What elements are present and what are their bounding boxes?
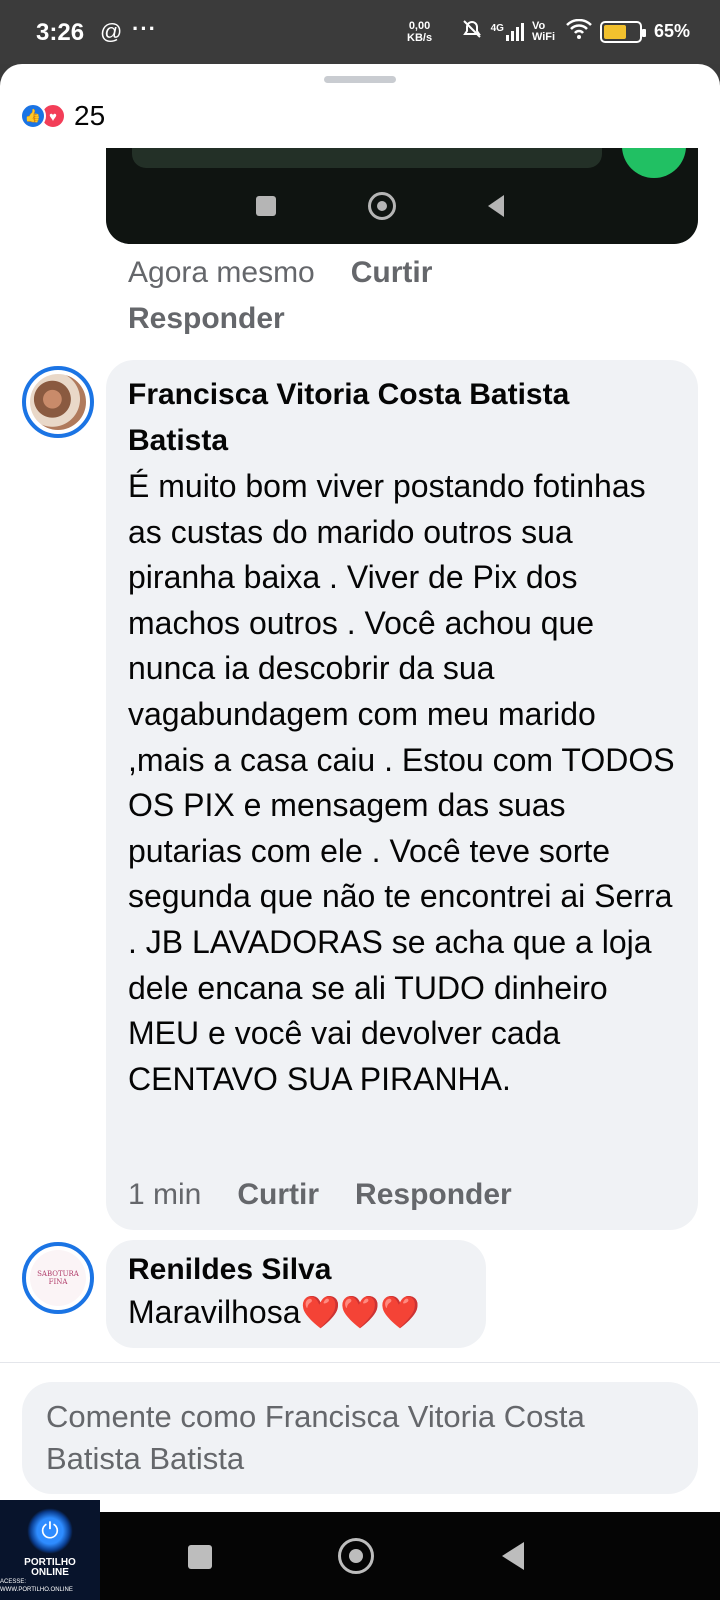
avatar-logo: SABOTURA FINA [30,1250,86,1306]
threads-icon: @ [100,19,123,44]
mute-icon [461,18,483,45]
wifi-icon [566,18,592,44]
battery-fill [603,24,627,39]
reply-button[interactable]: Responder [355,1178,512,1212]
avatar[interactable]: SABOTURA FINA [22,1242,94,1314]
signal-icon: 4G [490,22,524,41]
more-notifications-icon: ··· [132,16,157,41]
comment-author[interactable]: Francisca Vitoria Costa Batista Batista [128,372,676,464]
avatar-photo [30,374,86,430]
network-speed-value: 0,00 [408,20,431,32]
network-speed-unit: KB/s [407,32,433,44]
home-button[interactable] [338,1538,374,1574]
divider [0,1362,720,1363]
comment-attached-image[interactable] [106,148,698,244]
battery-icon [599,20,646,43]
image-home-icon [368,192,396,220]
recents-button[interactable] [188,1545,212,1569]
avatar-logo-text-2: FINA [48,1278,68,1286]
reactions-count: 25 [74,100,106,131]
watermark-logo: ⏻ PORTILHO ONLINE ACESSE: WWW.PORTILHO.O… [0,1500,100,1600]
comment-bubble[interactable]: Francisca Vitoria Costa Batista Batista … [106,360,698,1230]
watermark-line3: ACESSE: WWW.PORTILHO.ONLINE [0,1579,73,1593]
comments-sheet: 👍 ♥ 25 Agora mesmo Curtir Responder Fran… [0,64,720,1512]
comment-text: Maravilhosa❤️❤️❤️ [128,1294,421,1330]
comment-actions: Agora mesmo Curtir [128,256,432,290]
avatar[interactable] [22,366,94,438]
like-button[interactable]: Curtir [351,256,433,290]
comment-author[interactable]: Renildes Silva [128,1250,464,1290]
comment-timestamp: 1 min [128,1178,202,1211]
image-nav-bar [256,192,504,220]
avatar-logo-text-1: SABOTURA [37,1270,79,1278]
sheet-drag-handle[interactable] [324,76,396,83]
comment-text: É muito bom viver postando fotinhas as c… [128,468,675,1097]
back-button[interactable] [502,1542,524,1570]
comment-actions: 1 min Curtir Responder [128,1178,512,1212]
like-button[interactable]: Curtir [237,1178,319,1212]
like-icon: 👍 [20,103,46,129]
image-input-strip [132,148,602,168]
reactions-summary[interactable]: 👍 ♥ 25 [20,100,105,132]
comment-input[interactable]: Comente como Francisca Vitoria Costa Bat… [22,1382,698,1494]
reply-button[interactable]: Responder [128,302,285,336]
comment-actions-row2: Responder [128,302,285,336]
status-bar: 3:26 @ ··· 0,00 KB/s 4G Vo WiFi 65% [0,0,720,64]
comment-bubble[interactable]: Renildes Silva Maravilhosa❤️❤️❤️ [106,1240,486,1348]
image-send-button [622,148,686,178]
power-icon: ⏻ [27,1508,73,1554]
image-recents-icon [256,196,276,216]
network-speed: 0,00 KB/s [407,20,432,44]
status-right: 4G Vo WiFi 65% [461,18,690,45]
signal-label: 4G [490,22,504,34]
image-back-icon [488,195,504,217]
watermark-line2: ONLINE [31,1567,69,1578]
status-time: 3:26 [36,19,85,46]
comment-timestamp: Agora mesmo [128,256,315,289]
system-nav-bar [0,1512,720,1600]
vowifi-label: Vo WiFi [531,19,556,43]
battery-percent: 65% [653,21,690,41]
